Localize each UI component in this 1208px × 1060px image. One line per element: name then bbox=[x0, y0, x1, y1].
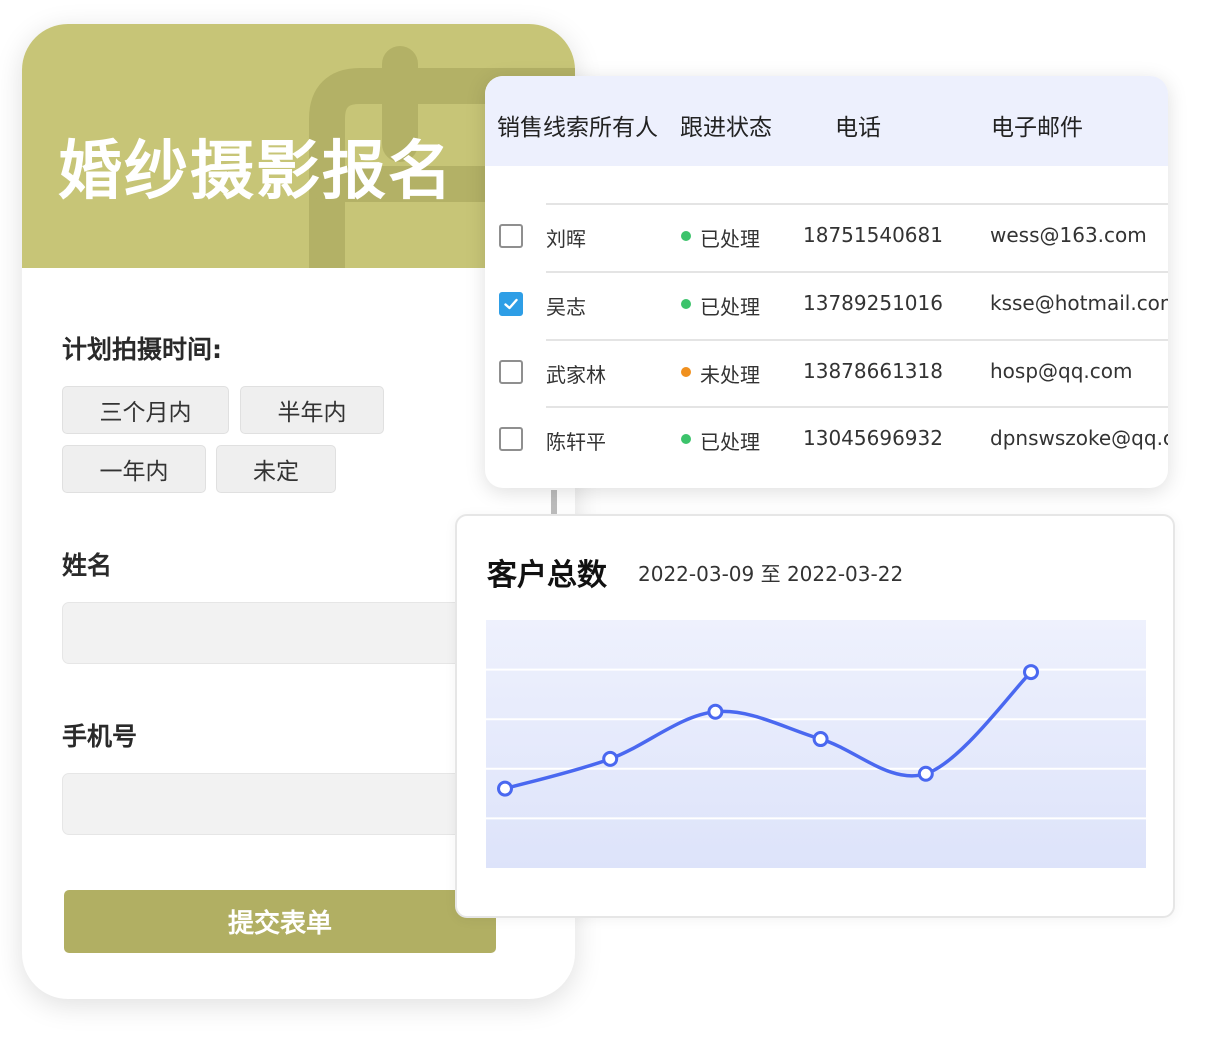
shoot-time-option-one-year[interactable]: 一年内 bbox=[62, 445, 206, 493]
shoot-time-option-3-months[interactable]: 三个月内 bbox=[62, 386, 229, 434]
column-header-status[interactable]: 跟进状态 bbox=[680, 108, 772, 142]
status-cell: 已处理 bbox=[700, 227, 760, 251]
data-point[interactable] bbox=[917, 765, 934, 782]
table-header: 销售线索所有人 跟进状态 电话 电子邮件 bbox=[485, 76, 1168, 166]
data-point[interactable] bbox=[1023, 664, 1039, 681]
customer-chart-card: 客户总数 2022-03-09 至 2022-03-22 bbox=[455, 514, 1175, 918]
email-cell[interactable]: hosp@qq.com bbox=[990, 359, 1133, 383]
submit-form-button[interactable]: 提交表单 bbox=[64, 890, 496, 953]
phone-cell: 13878661318 bbox=[803, 359, 943, 383]
row-checkbox[interactable] bbox=[499, 427, 523, 451]
name-label: 姓名 bbox=[62, 551, 113, 580]
row-divider bbox=[546, 203, 1168, 205]
column-header-owner[interactable]: 销售线索所有人 bbox=[497, 108, 658, 142]
row-checkbox[interactable] bbox=[499, 360, 523, 384]
status-cell: 已处理 bbox=[700, 295, 760, 319]
data-point[interactable] bbox=[602, 750, 619, 767]
status-cell: 未处理 bbox=[700, 363, 760, 387]
row-checkbox[interactable] bbox=[499, 292, 523, 316]
row-divider bbox=[546, 406, 1168, 408]
status-dot bbox=[681, 299, 691, 309]
row-divider bbox=[546, 339, 1168, 341]
shoot-time-option-half-year[interactable]: 半年内 bbox=[240, 386, 384, 434]
row-divider bbox=[546, 271, 1168, 273]
shoot-time-option-undecided[interactable]: 未定 bbox=[216, 445, 336, 493]
status-dot bbox=[681, 367, 691, 377]
chart-title: 客户总数 bbox=[487, 558, 607, 593]
customer-line-chart bbox=[486, 620, 1146, 868]
form-title: 婚纱摄影报名 bbox=[58, 135, 454, 209]
shoot-time-label: 计划拍摄时间: bbox=[62, 335, 222, 364]
row-checkbox[interactable] bbox=[499, 224, 523, 248]
data-point[interactable] bbox=[812, 731, 829, 748]
phone-label: 手机号 bbox=[62, 722, 138, 751]
owner-cell: 吴志 bbox=[546, 295, 586, 319]
data-point[interactable] bbox=[497, 780, 513, 797]
table-row[interactable]: 武家林 未处理 13878661318 hosp@qq.com bbox=[485, 339, 1168, 407]
checkmark-icon bbox=[504, 298, 518, 310]
chart-date-range[interactable]: 2022-03-09 至 2022-03-22 bbox=[638, 558, 903, 587]
email-cell[interactable]: dpnswszoke@qq.com bbox=[990, 426, 1168, 450]
table-row[interactable]: 吴志 已处理 13789251016 ksse@hotmail.com bbox=[485, 271, 1168, 339]
status-dot bbox=[681, 231, 691, 241]
owner-cell: 刘晖 bbox=[546, 227, 586, 251]
status-dot bbox=[681, 434, 691, 444]
column-header-email[interactable]: 电子邮件 bbox=[991, 108, 1083, 142]
table-row[interactable]: 陈轩平 已处理 13045696932 dpnswszoke@qq.com bbox=[485, 406, 1168, 474]
email-cell[interactable]: wess@163.com bbox=[990, 223, 1147, 247]
email-cell[interactable]: ksse@hotmail.com bbox=[990, 291, 1168, 315]
phone-cell: 13045696932 bbox=[803, 426, 943, 450]
status-cell: 已处理 bbox=[700, 430, 760, 454]
owner-cell: 陈轩平 bbox=[546, 430, 606, 454]
table-row[interactable]: 刘晖 已处理 18751540681 wess@163.com bbox=[485, 203, 1168, 271]
phone-cell: 18751540681 bbox=[803, 223, 943, 247]
phone-cell: 13789251016 bbox=[803, 291, 943, 315]
phone-input[interactable] bbox=[62, 773, 502, 835]
column-header-phone[interactable]: 电话 bbox=[835, 108, 881, 142]
name-input[interactable] bbox=[62, 602, 502, 664]
owner-cell: 武家林 bbox=[546, 363, 606, 387]
data-point[interactable] bbox=[707, 703, 724, 720]
leads-table-card: 销售线索所有人 跟进状态 电话 电子邮件 刘晖 已处理 18751540681 … bbox=[485, 76, 1168, 488]
